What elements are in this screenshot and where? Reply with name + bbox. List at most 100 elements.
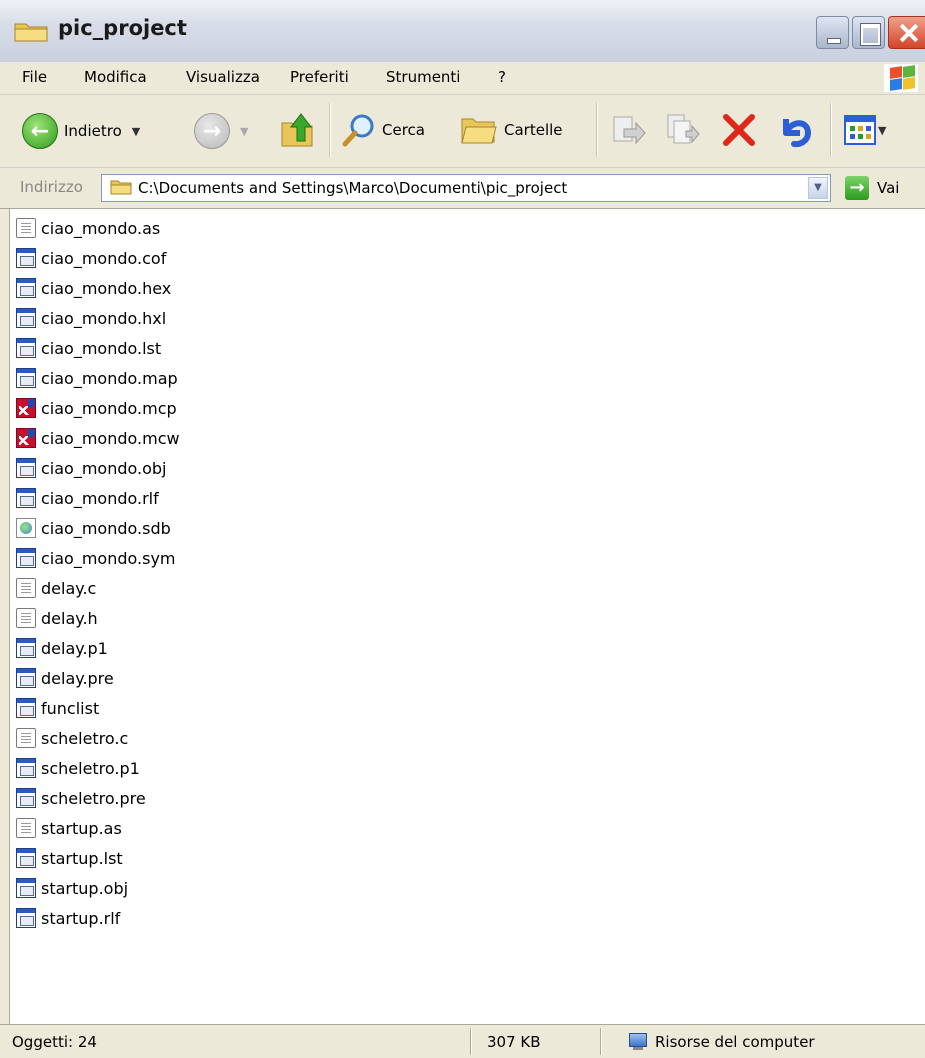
file-name: startup.as: [41, 818, 122, 838]
menu-modifica[interactable]: Modifica: [84, 68, 147, 86]
file-name: delay.pre: [41, 668, 114, 688]
file-name: scheletro.pre: [41, 788, 146, 808]
explorer-window: pic_project File Modifica Visualizza Pre…: [0, 0, 925, 1058]
file-name: scheletro.p1: [41, 758, 140, 778]
generic-file-icon: [16, 908, 36, 928]
file-item[interactable]: ciao_mondo.map: [16, 363, 178, 393]
file-name: ciao_mondo.mcp: [41, 398, 177, 418]
maximize-button[interactable]: [852, 16, 885, 49]
window-title: pic_project: [58, 16, 187, 40]
folder-up-icon[interactable]: [280, 111, 314, 149]
file-item[interactable]: ciao_mondo.mcw: [16, 423, 180, 453]
file-item[interactable]: ciao_mondo.cof: [16, 243, 166, 273]
file-item[interactable]: delay.h: [16, 603, 98, 633]
generic-file-icon: [16, 788, 36, 808]
menu-preferiti[interactable]: Preferiti: [290, 68, 349, 86]
file-item[interactable]: ciao_mondo.sym: [16, 543, 176, 573]
move-to-icon[interactable]: [610, 113, 646, 147]
file-item[interactable]: delay.c: [16, 573, 96, 603]
file-list[interactable]: ciao_mondo.as ciao_mondo.cof ciao_mondo.he…: [9, 209, 925, 1024]
generic-file-icon: [16, 278, 36, 298]
address-input[interactable]: C:\Documents and Settings\Marco\Document…: [101, 174, 831, 202]
file-item[interactable]: ciao_mondo.hex: [16, 273, 171, 303]
views-dropdown-icon[interactable]: ▼: [878, 124, 886, 137]
file-item[interactable]: startup.as: [16, 813, 122, 843]
address-bar: Indirizzo C:\Documents and Settings\Marc…: [0, 168, 925, 209]
mplab-project-icon: [16, 398, 36, 418]
folders-icon: [461, 118, 497, 144]
file-item[interactable]: delay.pre: [16, 663, 114, 693]
generic-file-icon: [16, 488, 36, 508]
text-document-icon: [16, 728, 36, 748]
file-item[interactable]: ciao_mondo.lst: [16, 333, 161, 363]
file-name: ciao_mondo.hxl: [41, 308, 167, 328]
file-item[interactable]: scheletro.c: [16, 723, 128, 753]
file-item[interactable]: ciao_mondo.as: [16, 213, 160, 243]
undo-icon[interactable]: [776, 111, 814, 149]
go-button[interactable]: → Vai: [845, 176, 899, 200]
go-label: Vai: [877, 179, 900, 197]
status-location-label: Risorse del computer: [655, 1032, 815, 1051]
generic-file-icon: [16, 638, 36, 658]
title-bar[interactable]: pic_project: [0, 0, 925, 62]
mplab-project-icon: [16, 428, 36, 448]
forward-dropdown-icon[interactable]: ▼: [240, 125, 248, 138]
file-item[interactable]: delay.p1: [16, 633, 108, 663]
generic-file-icon: [16, 698, 36, 718]
copy-to-icon[interactable]: [664, 113, 700, 147]
file-name: ciao_mondo.hex: [41, 278, 172, 298]
forward-button[interactable]: → ▼: [194, 113, 248, 149]
toolbar: ← Indietro ▼ → ▼ Cerca Cartelle ▼: [0, 95, 925, 168]
file-item[interactable]: scheletro.p1: [16, 753, 140, 783]
generic-file-icon: [16, 878, 36, 898]
file-item[interactable]: ciao_mondo.mcp: [16, 393, 177, 423]
file-name: startup.rlf: [41, 908, 121, 928]
menu-file[interactable]: File: [22, 68, 47, 86]
file-item[interactable]: ciao_mondo.hxl: [16, 303, 166, 333]
folders-button[interactable]: Cartelle: [460, 113, 563, 147]
file-name: startup.obj: [41, 878, 129, 898]
generic-file-icon: [16, 668, 36, 688]
status-size: 307 KB: [487, 1032, 541, 1051]
search-button[interactable]: Cerca: [342, 113, 425, 147]
generic-file-icon: [16, 458, 36, 478]
file-name: ciao_mondo.cof: [41, 248, 167, 268]
text-document-icon: [16, 818, 36, 838]
file-item[interactable]: scheletro.pre: [16, 783, 146, 813]
address-path: C:\Documents and Settings\Marco\Document…: [138, 179, 568, 197]
file-item[interactable]: startup.obj: [16, 873, 128, 903]
file-name: scheletro.c: [41, 728, 129, 748]
status-divider: [600, 1028, 601, 1055]
menu-bar: File Modifica Visualizza Preferiti Strum…: [0, 62, 925, 95]
views-button[interactable]: ▼: [844, 115, 886, 145]
file-item[interactable]: ciao_mondo.rlf: [16, 483, 159, 513]
delete-icon[interactable]: [720, 111, 758, 149]
file-name: delay.h: [41, 608, 98, 628]
file-item[interactable]: ciao_mondo.sdb: [16, 513, 171, 543]
generic-file-icon: [16, 758, 36, 778]
file-name: ciao_mondo.sym: [41, 548, 176, 568]
address-label: Indirizzo: [20, 178, 83, 196]
file-item[interactable]: funclist: [16, 693, 99, 723]
close-button[interactable]: [888, 16, 925, 49]
back-dropdown-icon[interactable]: ▼: [132, 125, 140, 138]
generic-file-icon: [16, 368, 36, 388]
text-document-icon: [16, 608, 36, 628]
views-icon: [844, 115, 876, 145]
file-name: funclist: [41, 698, 100, 718]
forward-arrow-icon: →: [194, 113, 230, 149]
menu-strumenti[interactable]: Strumenti: [386, 68, 460, 86]
back-button[interactable]: ← Indietro ▼: [22, 113, 140, 149]
file-item[interactable]: startup.rlf: [16, 903, 120, 933]
file-name: ciao_mondo.lst: [41, 338, 162, 358]
menu-help[interactable]: ?: [498, 68, 506, 86]
go-arrow-icon: →: [845, 176, 869, 200]
menu-visualizza[interactable]: Visualizza: [186, 68, 260, 86]
toolbar-separator: [830, 103, 831, 157]
back-arrow-icon: ←: [22, 113, 58, 149]
generic-file-icon: [16, 338, 36, 358]
file-item[interactable]: startup.lst: [16, 843, 123, 873]
address-dropdown-icon[interactable]: ▼: [808, 177, 828, 199]
file-item[interactable]: ciao_mondo.obj: [16, 453, 167, 483]
minimize-button[interactable]: [816, 16, 849, 49]
